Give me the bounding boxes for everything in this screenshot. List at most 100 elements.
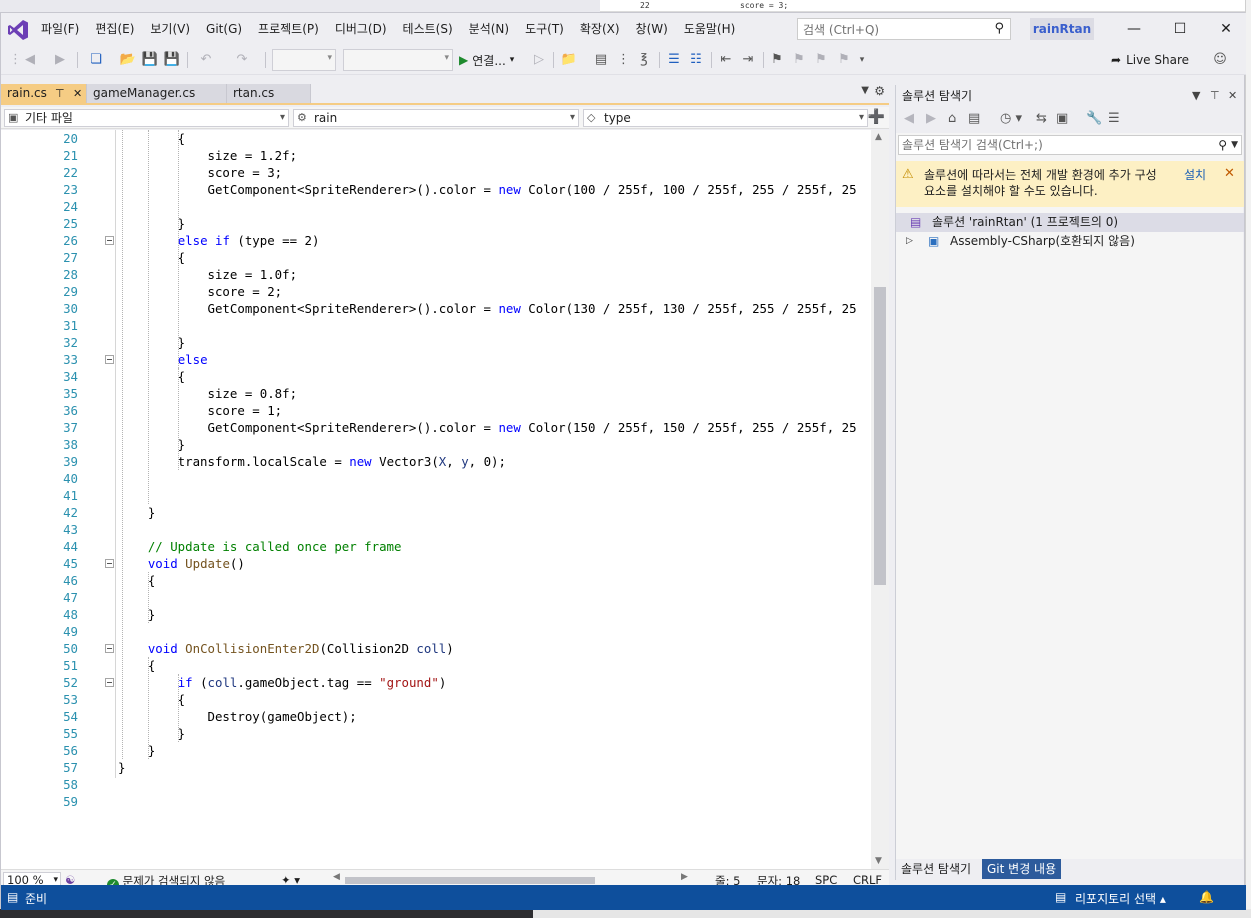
code-line[interactable]: 36 score = 1;	[1, 402, 871, 419]
code-line[interactable]: 38 }	[1, 436, 871, 453]
collapse-region-icon[interactable]	[105, 355, 114, 364]
menu-item-9[interactable]: 확장(X)	[572, 13, 628, 45]
collapse-region-icon[interactable]	[105, 236, 114, 245]
menu-item-1[interactable]: 편집(E)	[87, 13, 142, 45]
menu-item-6[interactable]: 테스트(S)	[395, 13, 461, 45]
next-bookmark-icon[interactable]: ⚑	[813, 51, 829, 69]
navigate-forward-icon[interactable]: ▶	[51, 51, 69, 69]
code-line[interactable]: 41	[1, 487, 871, 504]
gear-icon[interactable]: ⚙	[874, 84, 885, 98]
navigate-back-icon[interactable]: ◀	[21, 51, 39, 69]
install-link[interactable]: 설치	[1184, 167, 1206, 183]
collapse-region-icon[interactable]	[105, 644, 114, 653]
menu-item-4[interactable]: 프로젝트(P)	[250, 13, 327, 45]
code-line[interactable]: 54 Destroy(gameObject);	[1, 708, 871, 725]
code-line[interactable]: 25 }	[1, 215, 871, 232]
tree-item-project[interactable]: ▷ ▣ Assembly-CSharp(호환되지 않음)	[896, 232, 1244, 251]
menu-item-11[interactable]: 도움말(H)	[676, 13, 744, 45]
code-line[interactable]: 51 {	[1, 657, 871, 674]
tab-list-dropdown-icon[interactable]: ▼	[861, 85, 869, 96]
scroll-right-icon[interactable]: ▶	[681, 872, 688, 882]
scroll-up-icon[interactable]: ▲	[875, 132, 882, 142]
switch-views-icon[interactable]: ▤	[968, 111, 980, 126]
tree-item-solution[interactable]: ▤ 솔루션 'rainRtan' (1 프로젝트의 0)	[896, 213, 1244, 232]
feedback-icon[interactable]: ☺	[1211, 51, 1229, 69]
search-options-icon[interactable]: ▼	[1231, 136, 1238, 154]
panel-menu-icon[interactable]: ▼	[1192, 85, 1200, 107]
code-line[interactable]: 47	[1, 589, 871, 606]
scrollbar-thumb[interactable]	[874, 287, 886, 585]
code-line[interactable]: 39 transform.localScale = new Vector3(X,…	[1, 453, 871, 470]
code-line[interactable]: 40	[1, 470, 871, 487]
code-line[interactable]: 20 {	[1, 130, 871, 147]
code-line[interactable]: 37 GetComponent<SpriteRenderer>().color …	[1, 419, 871, 436]
menu-item-7[interactable]: 분석(N)	[461, 13, 517, 45]
outdent-icon[interactable]: ⇤	[717, 51, 735, 69]
code-line[interactable]: 56 }	[1, 742, 871, 759]
class-dropdown[interactable]: ⚙ rain	[293, 109, 579, 127]
code-line[interactable]: 23 GetComponent<SpriteRenderer>().color …	[1, 181, 871, 198]
code-line[interactable]: 43	[1, 521, 871, 538]
new-project-icon[interactable]: ❏	[85, 51, 107, 69]
solution-configuration-select[interactable]	[272, 49, 336, 71]
close-window-button[interactable]: ✕	[1203, 13, 1249, 45]
redo-icon[interactable]: ↷	[229, 51, 255, 69]
close-banner-icon[interactable]: ✕	[1224, 166, 1235, 182]
code-line[interactable]: 24	[1, 198, 871, 215]
repository-select[interactable]: 리포지토리 선택 ▴	[1075, 890, 1166, 907]
code-line[interactable]: 33 else	[1, 351, 871, 368]
menu-item-2[interactable]: 보기(V)	[142, 13, 198, 45]
clear-bookmarks-icon[interactable]: ⚑	[835, 51, 853, 69]
code-text-area[interactable]: 20 {21 size = 1.2f; 22 score = 3; 23 GetCo…	[1, 130, 871, 869]
collapse-region-icon[interactable]	[105, 559, 114, 568]
menu-item-3[interactable]: Git(G)	[198, 13, 250, 45]
code-line[interactable]: 35 size = 0.8f;	[1, 385, 871, 402]
code-line[interactable]: 29 score = 2;	[1, 283, 871, 300]
code-line[interactable]: 26 else if (type == 2)	[1, 232, 871, 249]
output-window-icon[interactable]: ▤	[7, 890, 18, 904]
pin-icon[interactable]: ⊤	[55, 84, 65, 103]
preview-icon[interactable]: ☰	[1108, 111, 1120, 126]
maximize-button[interactable]: ☐	[1157, 13, 1203, 45]
menu-item-10[interactable]: 창(W)	[628, 13, 676, 45]
indent-icon[interactable]: ⇥	[739, 51, 757, 69]
properties-wrench-icon[interactable]: 🔧	[1086, 111, 1102, 126]
tab-solution-explorer[interactable]: 솔루션 탐색기	[896, 859, 976, 879]
code-line[interactable]: 58	[1, 776, 871, 793]
expand-arrow-icon[interactable]: ▷	[906, 232, 913, 251]
previous-bookmark-icon[interactable]: ⚑	[791, 51, 807, 69]
code-line[interactable]: 57}	[1, 759, 871, 776]
sync-icon[interactable]: ⇆	[1036, 111, 1047, 126]
undo-icon[interactable]: ↶	[193, 51, 219, 69]
scroll-left-icon[interactable]: ◀	[333, 872, 340, 882]
code-line[interactable]: 59	[1, 793, 871, 810]
close-panel-icon[interactable]: ✕	[1228, 85, 1237, 107]
project-dropdown[interactable]: ▣ 기타 파일	[4, 109, 289, 127]
notifications-bell-icon[interactable]: 🔔	[1199, 890, 1214, 904]
tab-rtan-cs[interactable]: rtan.cs	[227, 84, 311, 103]
code-line[interactable]: 31	[1, 317, 871, 334]
code-line[interactable]: 46 {	[1, 572, 871, 589]
scroll-down-icon[interactable]: ▼	[875, 856, 882, 866]
code-line[interactable]: 45 void Update()	[1, 555, 871, 572]
bookmark-icon[interactable]: ⚑	[769, 51, 785, 69]
back-icon[interactable]: ◀	[904, 111, 914, 126]
horizontal-scrollbar-thumb[interactable]	[345, 877, 595, 884]
collapse-all-icon[interactable]: ▣	[1056, 111, 1068, 126]
uncomment-lines-icon[interactable]: ☷	[687, 51, 705, 69]
start-without-debugging-icon[interactable]: ▷	[531, 51, 547, 69]
search-input[interactable]: 검색 (Ctrl+Q) ⚲	[797, 18, 1011, 40]
save-all-icon[interactable]: 💾	[163, 51, 181, 69]
minimize-button[interactable]: —	[1111, 13, 1157, 45]
run-attach-button[interactable]: ▶ 연결... ▾	[459, 49, 514, 71]
forward-icon[interactable]: ▶	[926, 111, 936, 126]
code-line[interactable]: 22 score = 3;	[1, 164, 871, 181]
member-dropdown[interactable]: ◇ type	[583, 109, 868, 127]
live-share-button[interactable]: ➦ Live Share	[1111, 49, 1189, 71]
collapse-region-icon[interactable]	[105, 678, 114, 687]
code-line[interactable]: 50 void OnCollisionEnter2D(Collision2D c…	[1, 640, 871, 657]
code-line[interactable]: 21 size = 1.2f;	[1, 147, 871, 164]
pending-changes-filter-icon[interactable]: ◷ ▾	[1000, 111, 1022, 126]
solution-explorer-search-input[interactable]: 솔루션 탐색기 검색(Ctrl+;) ⚲ ▼	[898, 135, 1242, 155]
solution-platform-select[interactable]	[343, 49, 453, 71]
